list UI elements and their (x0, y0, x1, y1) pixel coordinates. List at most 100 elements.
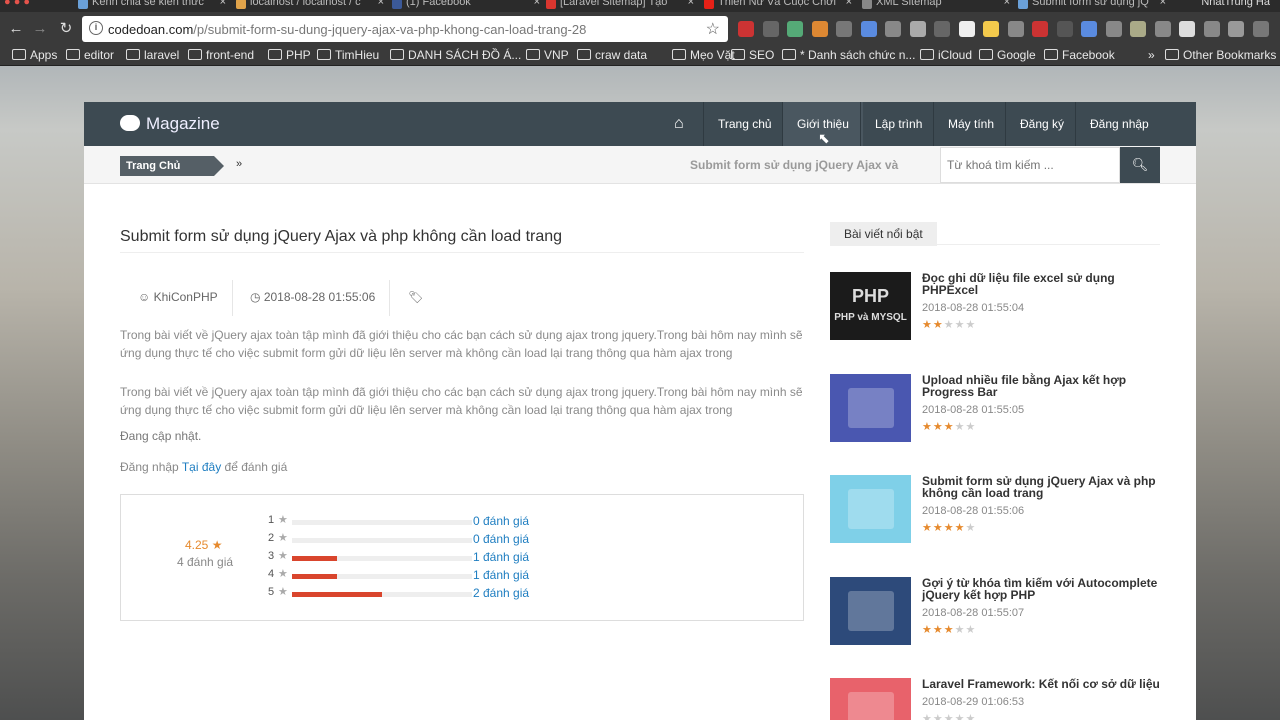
post-thumbnail[interactable] (830, 475, 911, 543)
breadcrumb-separator: » (236, 158, 243, 170)
tab-close-icon[interactable]: × (378, 0, 384, 8)
featured-post[interactable]: PHP PHP và MYSQL Đọc ghi dữ liệu file exce… (830, 272, 1160, 340)
bookmark-item[interactable]: Facebook (1044, 48, 1115, 62)
bookmark-star-icon[interactable]: ☆ (706, 19, 720, 39)
bookmark-item[interactable]: editor (66, 48, 114, 62)
tab-close-icon[interactable]: × (1160, 0, 1166, 8)
extension-icon[interactable] (1105, 21, 1122, 37)
back-icon[interactable]: ← (6, 19, 26, 39)
bookmark-item[interactable]: DANH SÁCH ĐỒ Á... (390, 48, 521, 62)
featured-post[interactable]: Gợi ý từ khóa tìm kiếm với Autocomplete … (830, 576, 1160, 645)
home-icon[interactable]: ⌂ (674, 115, 684, 133)
menu-trang-chu[interactable]: Trang chủ (703, 102, 786, 146)
extension-icon[interactable] (787, 21, 803, 37)
tab-close-icon[interactable]: × (220, 0, 226, 8)
tab-close-icon[interactable]: × (846, 0, 852, 8)
rating-count-link[interactable]: 1 đánh giá (473, 550, 529, 564)
extension-icon[interactable] (1252, 21, 1269, 37)
browser-tab[interactable]: (1) Facebook × (392, 0, 542, 10)
window-controls[interactable]: ● ● ● (4, 0, 30, 8)
extension-icon[interactable] (738, 21, 754, 37)
post-author[interactable]: ☺ KhiConPHP (138, 290, 218, 304)
login-link[interactable]: Tại đây (182, 460, 221, 474)
bookmark-label: front-end (206, 48, 255, 62)
other-bookmarks[interactable]: Other Bookmarks (1165, 48, 1276, 62)
browser-tab[interactable]: Thiền Nữ Và Cuộc Chơi × (704, 0, 854, 10)
extension-icon[interactable] (1154, 21, 1171, 37)
bookmark-item[interactable]: iCloud (920, 48, 972, 62)
breadcrumb-home[interactable]: Trang Chủ (120, 156, 225, 176)
menu-lap-trinh[interactable]: Lập trình (860, 102, 936, 146)
extension-icon[interactable] (1203, 21, 1220, 37)
site-logo[interactable]: Magazine (120, 114, 220, 134)
forward-icon[interactable]: → (30, 19, 50, 39)
rating-count-link[interactable]: 0 đánh giá (473, 532, 529, 546)
featured-post-title[interactable]: Gợi ý từ khóa tìm kiếm với Autocomplete … (922, 577, 1160, 601)
bookmark-item[interactable]: SEO (731, 48, 774, 62)
bookmark-item[interactable]: PHP (268, 48, 311, 62)
rating-count-link[interactable]: 2 đánh giá (473, 586, 529, 600)
featured-post[interactable]: Laravel Framework: Kết nối cơ sở dữ liệu… (830, 678, 1160, 720)
extension-icon[interactable] (860, 21, 877, 37)
extension-icon[interactable] (1056, 21, 1073, 37)
featured-post-title[interactable]: Upload nhiều file bằng Ajax kết hợp Prog… (922, 374, 1160, 398)
rating-count: 4 đánh giá (177, 555, 234, 569)
browser-tab[interactable]: Kênh chia sẻ kiến thức × (78, 0, 228, 10)
extension-icon[interactable] (1007, 21, 1024, 37)
menu-dang-ky[interactable]: Đăng ký (1005, 102, 1078, 146)
featured-post-title[interactable]: Submit form sử dụng jQuery Ajax và php k… (922, 475, 1160, 499)
menu-dang-nhap[interactable]: Đăng nhập (1075, 102, 1163, 146)
tags-icon[interactable]: 🏷︎ (408, 290, 423, 304)
bookmark-item[interactable]: Google (979, 48, 1036, 62)
featured-post-title[interactable]: Đọc ghi dữ liệu file excel sử dụng PHPEx… (922, 272, 1160, 296)
menu-may-tinh[interactable]: Máy tính (933, 102, 1008, 146)
browser-tab[interactable]: XML Sitemap × (862, 0, 1012, 10)
extension-icon[interactable] (1179, 21, 1195, 37)
extension-icon[interactable] (934, 21, 950, 37)
rating-bar-fill (292, 574, 337, 579)
search-button[interactable]: 🔍︎ (1120, 147, 1160, 183)
extension-icon[interactable] (1032, 21, 1048, 37)
post-thumbnail[interactable] (830, 373, 911, 442)
post-thumbnail[interactable]: PHP PHP và MYSQL (830, 272, 911, 340)
extension-icon[interactable] (811, 21, 828, 37)
address-bar[interactable]: i codedoan.com/p/submit-form-su-dung-jqu… (82, 16, 728, 42)
extension-icon[interactable] (836, 21, 852, 37)
address-url[interactable]: codedoan.com/p/submit-form-su-dung-jquer… (108, 22, 586, 37)
featured-post[interactable]: Submit form sử dụng jQuery Ajax và php k… (830, 475, 1160, 543)
extension-icon[interactable] (983, 21, 999, 37)
extension-icon[interactable] (958, 21, 975, 37)
bookmark-item[interactable]: craw data (577, 48, 647, 62)
rating-star-number: 4 (268, 568, 275, 580)
post-thumbnail[interactable] (830, 576, 911, 645)
bookmark-item[interactable]: front-end (188, 48, 254, 62)
bookmark-item[interactable]: Mẹo Vặt (672, 48, 735, 62)
extension-icon[interactable] (1130, 21, 1146, 37)
rating-count-link[interactable]: 1 đánh giá (473, 568, 529, 582)
post-thumbnail[interactable] (830, 678, 911, 720)
more-bookmarks-button[interactable]: » (1148, 48, 1155, 62)
tab-close-icon[interactable]: × (688, 0, 694, 8)
bookmark-item[interactable]: laravel (126, 48, 179, 62)
browser-tab[interactable]: Submit form sử dụng jQ × (1018, 0, 1168, 10)
extension-icon[interactable] (762, 21, 779, 37)
extension-icon[interactable] (1081, 21, 1097, 37)
bookmark-item[interactable]: * Danh sách chức n... (782, 48, 915, 62)
browser-tab[interactable]: [Laravel Sitemap] Tạo × (546, 0, 696, 10)
search-input[interactable] (940, 147, 1120, 183)
browser-user[interactable]: NhatTrung Ha (1201, 0, 1270, 8)
tab-close-icon[interactable]: × (534, 0, 540, 8)
bookmark-item[interactable]: Apps (12, 48, 57, 62)
extension-icon[interactable] (1228, 21, 1244, 37)
featured-post-title[interactable]: Laravel Framework: Kết nối cơ sở dữ liệu (922, 678, 1160, 690)
browser-tab[interactable]: localhost / localhost / c × (236, 0, 386, 10)
rating-count-link[interactable]: 0 đánh giá (473, 514, 529, 528)
info-icon[interactable]: i (89, 21, 103, 35)
bookmark-item[interactable]: VNP (526, 48, 569, 62)
extension-icon[interactable] (909, 21, 926, 37)
reload-icon[interactable]: ↻ (56, 19, 76, 39)
extension-icon[interactable] (885, 21, 901, 37)
tab-close-icon[interactable]: × (1004, 0, 1010, 8)
featured-post[interactable]: Upload nhiều file bằng Ajax kết hợp Prog… (830, 373, 1160, 442)
bookmark-item[interactable]: TimHieu (317, 48, 379, 62)
